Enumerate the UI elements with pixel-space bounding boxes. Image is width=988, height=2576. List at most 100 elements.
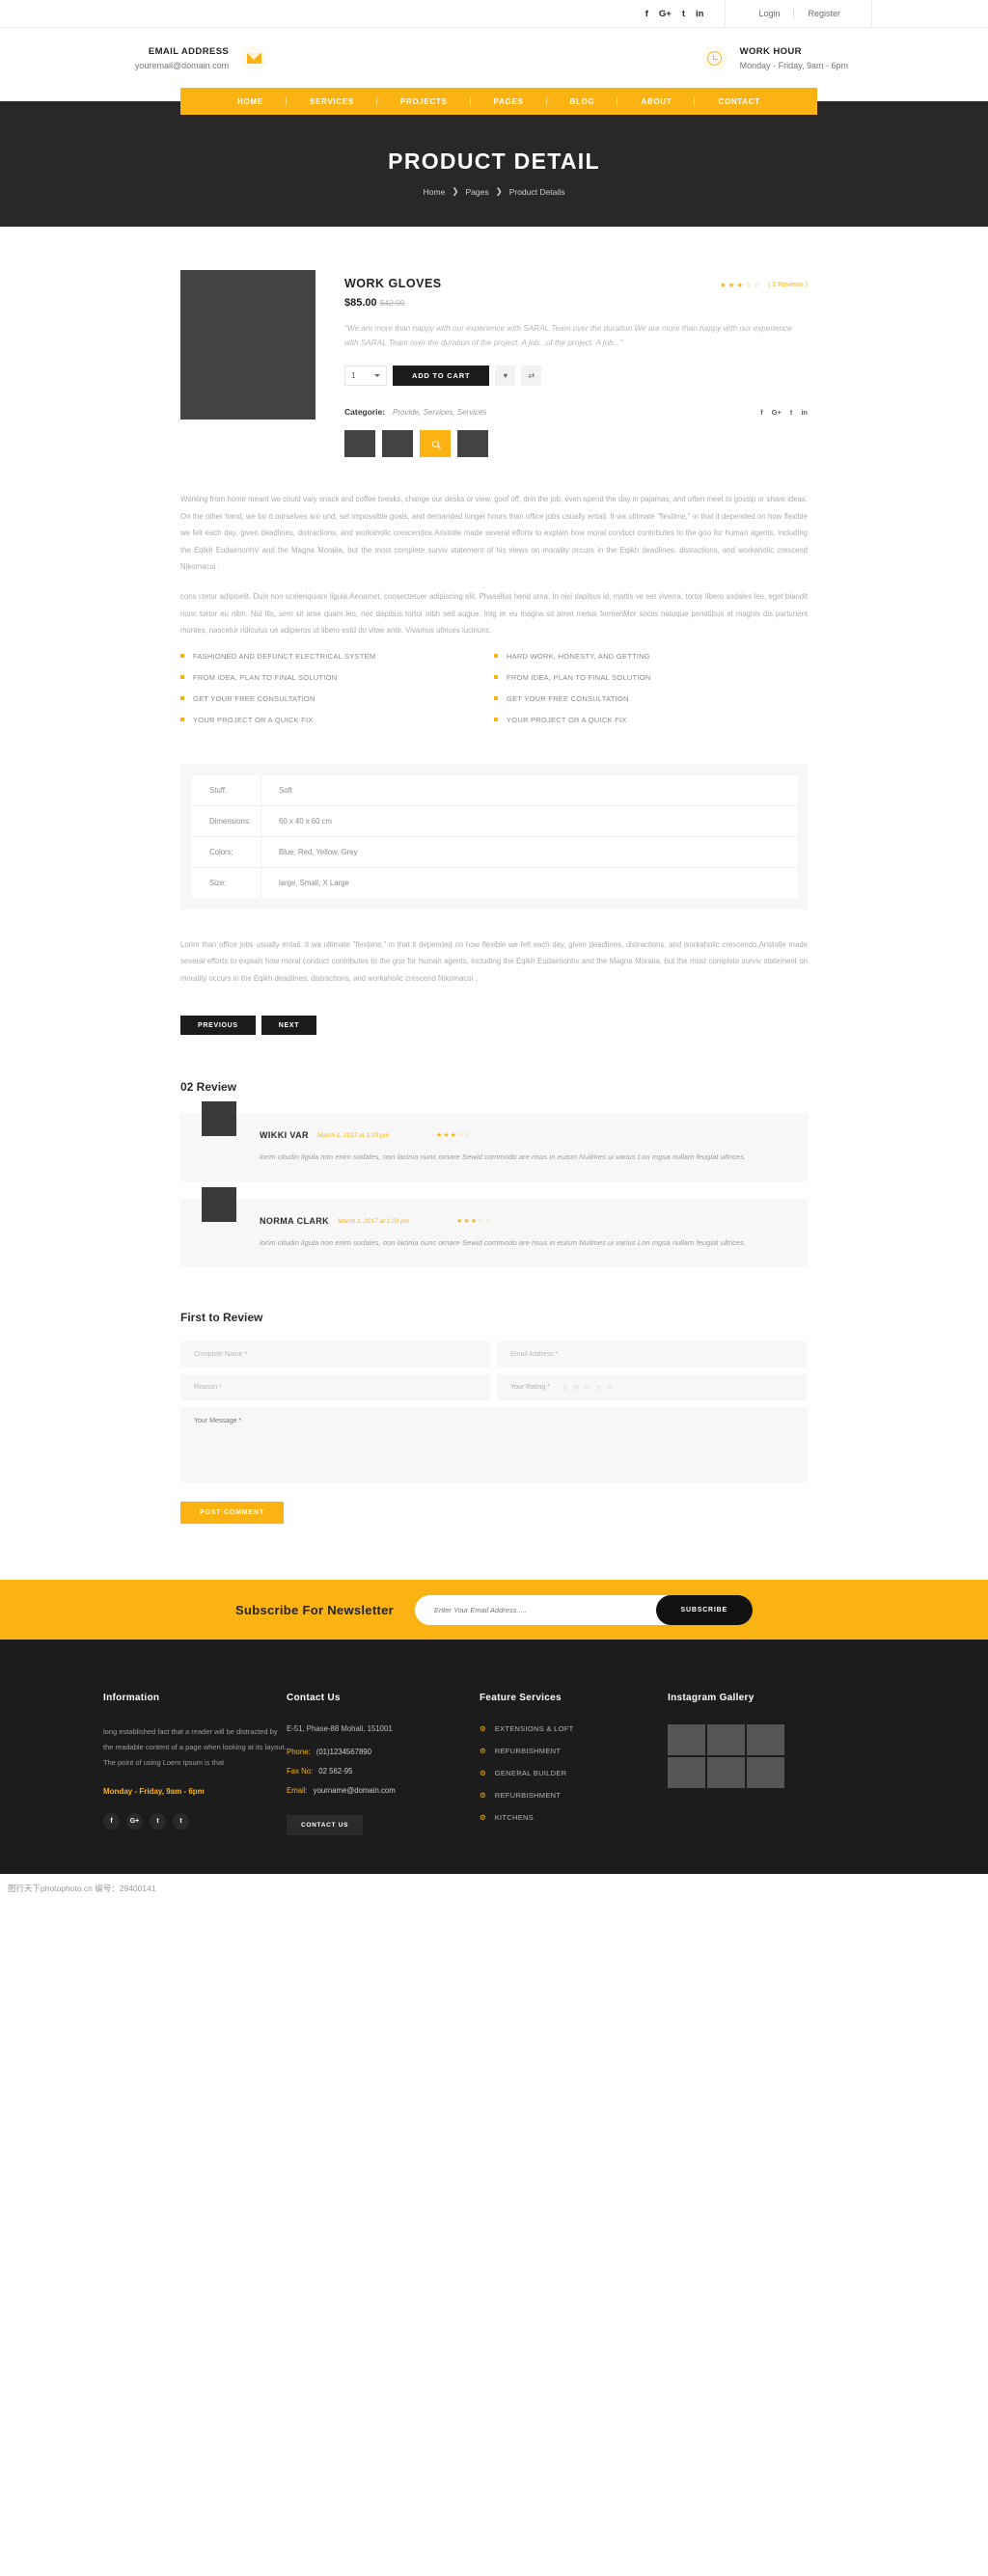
reviews-heading: 02 Review xyxy=(180,1080,237,1095)
footer-address: E-51, Phase-88 Mohali, 151001 xyxy=(287,1724,393,1734)
previous-button[interactable]: PREVIOUS xyxy=(180,1016,256,1036)
review-date: March 1, 2017 at 1:23 pm xyxy=(316,1131,390,1139)
product-name: WORK GLOVES xyxy=(344,277,442,290)
workhour-info-text: WORK HOUR Monday - Friday, 9am - 6pm xyxy=(740,46,848,70)
message-textarea[interactable] xyxy=(180,1407,808,1483)
add-to-cart-button[interactable]: ADD TO CART xyxy=(393,366,490,387)
thumbnail-4[interactable] xyxy=(457,430,488,458)
category-values[interactable]: Provide, Services, Services xyxy=(393,408,486,417)
product-main-image[interactable] xyxy=(180,270,316,420)
reason-input[interactable] xyxy=(180,1374,490,1401)
login-link[interactable]: Login xyxy=(745,9,793,18)
contact-us-button[interactable]: CONTACT US xyxy=(287,1815,364,1836)
thumbnail-2[interactable] xyxy=(382,430,413,458)
rating-star-3[interactable]: ☆ xyxy=(584,1383,590,1392)
gallery-image-2[interactable] xyxy=(707,1724,745,1756)
register-link[interactable]: Register xyxy=(794,9,854,18)
facebook-icon[interactable]: f xyxy=(645,0,648,28)
spec-key: Colors: xyxy=(192,836,261,867)
description-paragraph-2: cons ctetur adipiselit. Duis non sceleri… xyxy=(180,592,808,636)
compare-icon-button[interactable]: ⇄ xyxy=(521,366,542,387)
rating-star-5[interactable]: ☆ xyxy=(607,1383,614,1392)
nav-item-contact[interactable]: CONTACT xyxy=(695,97,782,106)
email-address-input[interactable] xyxy=(497,1342,807,1369)
post-comment-button[interactable]: POST COMMENT xyxy=(180,1502,284,1525)
gallery-image-5[interactable] xyxy=(707,1757,745,1789)
table-row: Dimensions: 60 x 40 x 60 cm xyxy=(192,805,798,837)
thumbnail-zoom-active[interactable] xyxy=(420,430,451,458)
rating-star-4[interactable]: ☆ xyxy=(595,1383,602,1392)
pagination-controls: PREVIOUS NEXT xyxy=(180,1016,808,1036)
nav-item-pages[interactable]: PAGES xyxy=(471,97,547,106)
footer-phone-label: Phone: xyxy=(287,1748,311,1757)
your-rating-field[interactable]: Your Rating * ☆ ☆ ☆ ☆ ☆ xyxy=(497,1374,807,1401)
reviewer-name: NORMA CLARK xyxy=(260,1216,330,1227)
feature-label: GET YOUR FREE CONSULTATION xyxy=(507,693,629,703)
top-bar: f G+ t in Login Register xyxy=(0,0,988,28)
list-item[interactable]: ⚙ REFURBISHMENT xyxy=(480,1791,668,1800)
list-item[interactable]: ⚙ EXTENSIONS & LOFT xyxy=(480,1724,668,1733)
chevron-right-icon: ❯ xyxy=(452,186,459,196)
service-label: GENERAL BUILDER xyxy=(494,1769,567,1778)
star-empty-5: ☆ xyxy=(464,1132,471,1140)
footer-twitter-icon[interactable]: t xyxy=(150,1813,166,1830)
gallery-image-1[interactable] xyxy=(668,1724,705,1756)
main-navigation: HOME SERVICES PROJECTS PAGES BLOG ABOUT … xyxy=(180,88,817,115)
breadcrumb-pages[interactable]: Pages xyxy=(465,187,488,197)
category-row: Categorie: Provide, Services, Services f… xyxy=(344,407,808,417)
footer-facebook-icon[interactable]: f xyxy=(103,1813,120,1830)
topbar-auth: Login Register xyxy=(726,0,872,28)
gallery-image-4[interactable] xyxy=(668,1757,705,1789)
next-button[interactable]: NEXT xyxy=(261,1016,317,1036)
google-plus-icon[interactable]: G+ xyxy=(659,0,672,28)
footer-email-value[interactable]: yourname@domain.com xyxy=(314,1786,396,1795)
twitter-icon[interactable]: t xyxy=(682,0,685,28)
feature-item: YOUR PROJECT OR A QUICK FIX xyxy=(494,716,808,724)
list-item[interactable]: ⚙ GENERAL BUILDER xyxy=(480,1769,668,1777)
star-filled-1: ★ xyxy=(436,1132,443,1140)
nav-item-projects[interactable]: PROJECTS xyxy=(377,97,471,106)
service-label: REFURBISHMENT xyxy=(494,1791,562,1801)
avatar xyxy=(202,1187,236,1223)
footer-hours: Monday - Friday, 9am - 6pm xyxy=(103,1787,205,1797)
feature-item: GET YOUR FREE CONSULTATION xyxy=(494,694,808,703)
nav-item-home[interactable]: HOME xyxy=(214,97,287,106)
review-star-rating: ★ ★ ★ ☆ ☆ xyxy=(456,1217,490,1225)
complete-name-input[interactable] xyxy=(180,1342,490,1369)
linkedin-icon[interactable]: in xyxy=(696,0,703,28)
star-filled-3: ★ xyxy=(736,281,744,289)
category-label: Categorie: xyxy=(344,407,386,418)
list-item[interactable]: ⚙ KITCHENS xyxy=(480,1813,668,1822)
reviews-count-label[interactable]: ( 2 Reviews ) xyxy=(768,282,808,288)
quantity-select[interactable]: 1 xyxy=(344,366,387,387)
gear-icon: ⚙ xyxy=(480,1791,486,1801)
product-share-links: f G+ t in xyxy=(760,408,808,417)
workhour-info-title: WORK HOUR xyxy=(739,45,802,57)
rating-star-picker[interactable]: ☆ ☆ ☆ ☆ ☆ xyxy=(562,1383,614,1392)
bullet-icon xyxy=(494,654,498,659)
gallery-image-6[interactable] xyxy=(747,1757,784,1789)
rating-star-1[interactable]: ☆ xyxy=(562,1383,568,1392)
gear-icon: ⚙ xyxy=(480,1813,486,1823)
list-item[interactable]: ⚙ REFURBISHMENT xyxy=(480,1747,668,1755)
subscribe-button[interactable]: SUBSCRIBE xyxy=(655,1594,753,1625)
wishlist-heart-icon-button[interactable]: ♥ xyxy=(495,366,516,387)
footer-google-plus-icon[interactable]: G+ xyxy=(126,1813,143,1830)
nav-item-services[interactable]: SERVICES xyxy=(287,97,377,106)
footer-information-column: Information long established fact that a… xyxy=(103,1693,287,1835)
rating-star-2[interactable]: ☆ xyxy=(573,1383,580,1392)
breadcrumb-home[interactable]: Home xyxy=(424,187,446,197)
share-twitter-icon[interactable]: t xyxy=(790,408,793,417)
share-linkedin-icon[interactable]: in xyxy=(801,408,808,417)
feature-item: HARD WORK, HONESTY, AND GETTING xyxy=(494,652,808,661)
footer-twitter-icon-2[interactable]: t xyxy=(173,1813,189,1830)
description-paragraph-1: Working from home meant we could vary sn… xyxy=(180,495,808,572)
nav-item-about[interactable]: ABOUT xyxy=(618,97,695,106)
topbar-social-links: f G+ t in xyxy=(645,0,727,28)
footer-fax-line: Fax No: 02 562-95 xyxy=(287,1767,480,1776)
gallery-image-3[interactable] xyxy=(747,1724,784,1756)
thumbnail-1[interactable] xyxy=(344,430,375,458)
share-google-plus-icon[interactable]: G+ xyxy=(772,408,782,417)
share-facebook-icon[interactable]: f xyxy=(760,408,763,417)
nav-item-blog[interactable]: BLOG xyxy=(547,97,618,106)
